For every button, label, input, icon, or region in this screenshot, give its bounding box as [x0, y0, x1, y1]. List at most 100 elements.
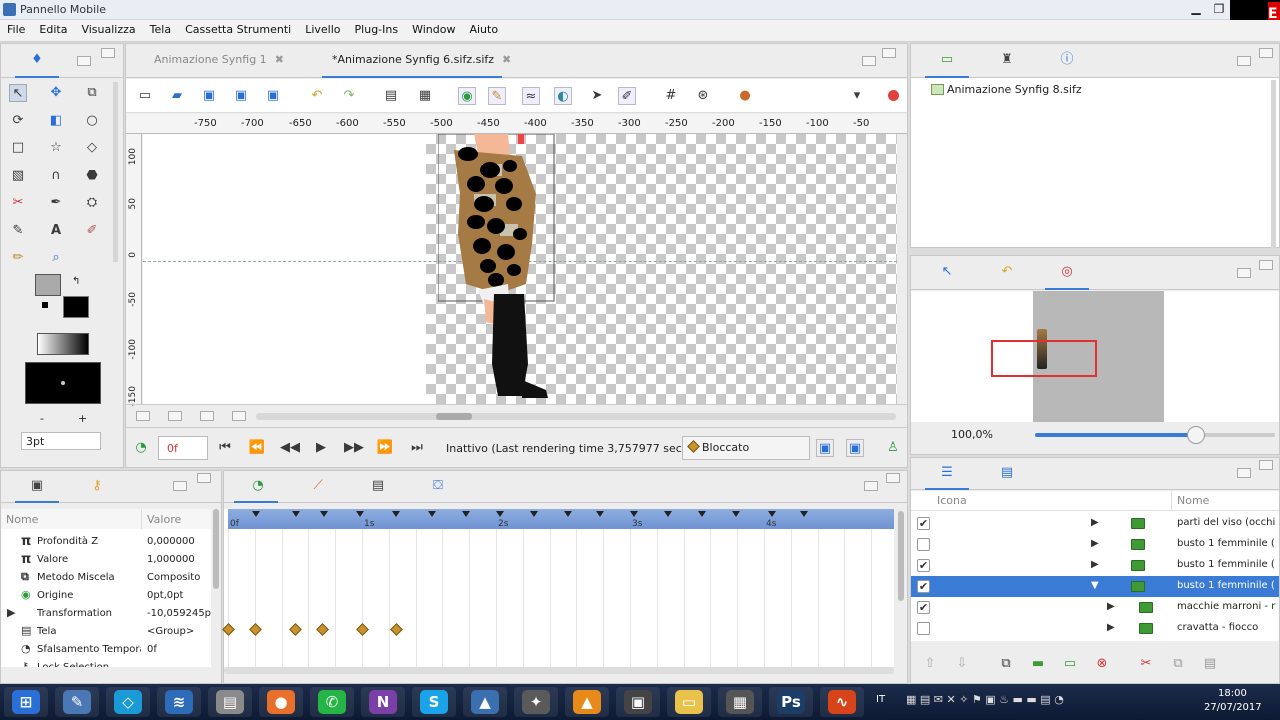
keyframe-marker[interactable]	[564, 511, 572, 517]
show-vertices-icon[interactable]: ✎	[488, 87, 506, 105]
column-icon-header[interactable]: Icona	[937, 494, 967, 507]
waypoint-diamond[interactable]	[222, 623, 235, 636]
canvas-browser-tab-icon[interactable]: ▭	[939, 52, 955, 68]
column-name-header[interactable]: Nome	[6, 513, 38, 526]
record-icon[interactable]	[888, 90, 899, 101]
collapse-icon[interactable]: ▼	[1091, 580, 1099, 591]
snap-icon[interactable]: ⊛	[694, 87, 712, 105]
menu-file[interactable]: File	[0, 20, 32, 36]
params-tab-icon[interactable]: ▣	[29, 478, 45, 494]
close-tab-icon[interactable]: ✖	[275, 53, 284, 66]
keyframes-tab-icon[interactable]: ▤	[370, 478, 386, 494]
layer-visibility-checkbox[interactable]	[917, 538, 930, 551]
new-file-icon[interactable]: ▭	[136, 87, 154, 105]
viewport-rectangle[interactable]	[991, 340, 1097, 377]
waypoint-diamond[interactable]	[389, 623, 403, 636]
waypoint-diamond[interactable]	[315, 623, 329, 636]
keyframe-marker[interactable]	[630, 511, 638, 517]
info-tab-icon[interactable]: ⓘ	[1059, 52, 1075, 68]
spline-tool-icon[interactable]: ∩	[47, 167, 65, 185]
keyframe-marker[interactable]	[768, 511, 776, 517]
smooth-move-tool-icon[interactable]: ✥	[47, 84, 65, 102]
taskbar-app-app-1[interactable]: ✎	[55, 687, 99, 717]
seek-end-icon[interactable]: ⏭	[408, 439, 426, 457]
navigator-tab-icon[interactable]: ◎	[1059, 264, 1075, 280]
library-tab-icon[interactable]: ♜	[999, 52, 1015, 68]
horizontal-scrollbar[interactable]	[256, 413, 896, 420]
brush-tool-icon[interactable]: ✏	[9, 249, 27, 267]
taskbar-app-start[interactable]: ⊞	[4, 687, 48, 717]
zoom-fit-icon[interactable]	[168, 411, 182, 421]
layer-name[interactable]: parti del viso (occhi	[1177, 517, 1277, 528]
group-layer-icon[interactable]: ▬	[1029, 655, 1047, 673]
keyframe-marker[interactable]	[530, 511, 538, 517]
menu-view[interactable]: Visualizza	[74, 20, 142, 36]
tool-options-tab-icon[interactable]: ↖	[939, 264, 955, 280]
animation-mode-icon[interactable]: ◔	[132, 439, 150, 457]
panel-menu-icon[interactable]	[101, 48, 115, 58]
panel-float-icon[interactable]	[862, 56, 876, 66]
draw-tool-icon[interactable]: ✎	[9, 222, 27, 240]
onion-skin-icon[interactable]: ✐	[618, 87, 636, 105]
lock-tab-icon[interactable]: ⛋	[430, 478, 446, 494]
keyframe-marker[interactable]	[462, 511, 470, 517]
keyframe-marker[interactable]	[392, 511, 400, 517]
current-frame-field[interactable]: 0f	[158, 436, 208, 460]
param-row[interactable]: ⚷ Lock Selection	[1, 659, 211, 667]
keyframe-marker[interactable]	[252, 511, 260, 517]
layer-visibility-checkbox[interactable]: ✔	[917, 517, 930, 530]
param-row[interactable]: ▶ Transformation -10,059245pt,	[1, 605, 211, 623]
future-keyframes-icon[interactable]: ▣	[846, 439, 864, 457]
keyframe-marker[interactable]	[356, 511, 364, 517]
keyframe-marker[interactable]	[292, 511, 300, 517]
param-value[interactable]: 0f	[147, 644, 211, 655]
keyframe-marker[interactable]	[496, 511, 504, 517]
param-row[interactable]: ▤ Tela <Group>	[1, 623, 211, 641]
show-widths-icon[interactable]: ➤	[588, 87, 606, 105]
panel-menu-icon[interactable]	[1259, 260, 1273, 270]
background-icon[interactable]: ●	[736, 87, 754, 105]
zoom-in-icon[interactable]	[232, 411, 246, 421]
transform-icon[interactable]: ▶	[7, 606, 15, 619]
keyframe-marker[interactable]	[664, 511, 672, 517]
next-keyframe-icon[interactable]: ⏩	[376, 439, 394, 457]
params-scrollbar[interactable]	[213, 509, 219, 589]
param-value[interactable]: Composito	[147, 572, 211, 583]
render-icon[interactable]: ▤	[382, 87, 400, 105]
param-row[interactable]: π Valore 1,000000	[1, 551, 211, 569]
library-tab-icon[interactable]: ⚷	[89, 478, 105, 494]
param-value[interactable]: 0pt,0pt	[147, 590, 211, 601]
tray-icons[interactable]: ▦ ▤ ✉ ✕ ✧ ⚑ ▣ ♨ ▬ ▬ ▤ ◔	[906, 693, 1064, 706]
timetrack-scrollbar[interactable]	[224, 667, 894, 674]
cutout-tool-icon[interactable]: ✂	[9, 194, 27, 212]
taskbar-app-vlc[interactable]: ▲	[565, 687, 609, 717]
waypoint-diamond[interactable]	[248, 623, 262, 636]
eyedrop-tool-icon[interactable]: ⛭	[83, 194, 101, 212]
keyframe-marker[interactable]	[596, 511, 604, 517]
panel-menu-icon[interactable]	[882, 48, 896, 58]
scale-tool-icon[interactable]: ⧉	[83, 84, 101, 102]
keyframe-marker[interactable]	[698, 511, 706, 517]
preview-icon[interactable]: ▦	[416, 87, 434, 105]
canvas-workarea[interactable]	[143, 134, 426, 404]
rectangle-tool-icon[interactable]: □	[9, 139, 27, 157]
keyframe-lock-select[interactable]: Bloccato	[682, 436, 810, 460]
tab-document-1[interactable]: Animazione Synfig 1 ✖	[154, 44, 284, 76]
menu-layer[interactable]: Livello	[298, 20, 347, 36]
menu-toolbox[interactable]: Cassetta Strumenti	[178, 20, 298, 36]
width-tool-icon[interactable]: ✒	[47, 194, 65, 212]
grid-icon[interactable]: #	[662, 87, 680, 105]
seek-begin-icon[interactable]: ⏮	[216, 439, 234, 457]
layer-row[interactable]: ✔ ▶ macchie marroni - r	[911, 597, 1279, 618]
layer-name[interactable]: busto 1 femminile (	[1177, 559, 1277, 570]
menu-window[interactable]: Window	[405, 20, 462, 36]
history-tab-icon[interactable]: ↶	[999, 264, 1015, 280]
past-keyframes-icon[interactable]: ▣	[816, 439, 834, 457]
show-radius-icon[interactable]: ◐	[554, 87, 572, 105]
panel-float-icon[interactable]	[1237, 468, 1251, 478]
waypoint-diamond[interactable]	[289, 623, 302, 636]
taskbar-app-audio[interactable]: ∿	[820, 687, 864, 717]
curves-tab-icon[interactable]: ⟋	[310, 478, 326, 494]
clock-time[interactable]: 18:00	[1218, 688, 1247, 699]
gradient-swatch[interactable]	[37, 333, 89, 355]
